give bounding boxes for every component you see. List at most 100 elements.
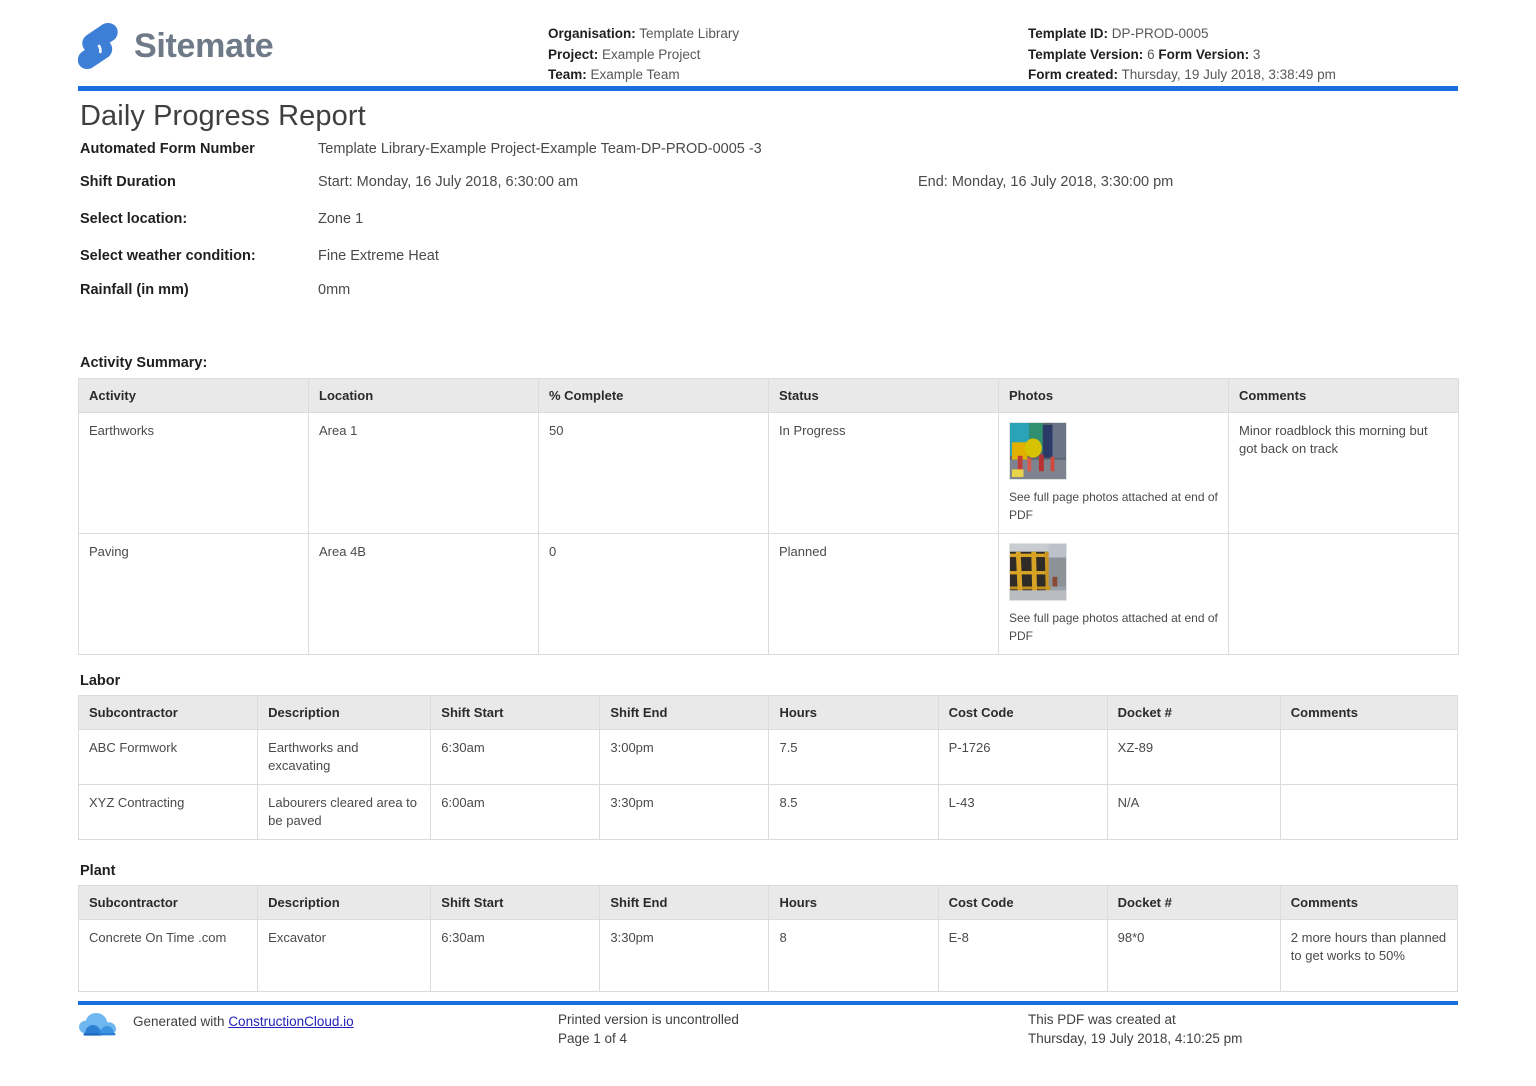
cell-subcontractor: ABC Formwork <box>77 729 259 785</box>
column-header-activity: Activity <box>78 378 309 413</box>
header-form-created: Form created: Thursday, 19 July 2018, 3:… <box>1028 65 1458 86</box>
cell-status: Planned <box>768 533 999 655</box>
field-rainfall: Rainfall (in mm) 0mm <box>80 281 1458 300</box>
header-organisation-value: Template Library <box>639 26 740 41</box>
plant-heading: Plant <box>80 863 116 879</box>
table-row: ABC Formwork Earthworks and excavating 6… <box>77 729 1459 785</box>
cell-shift-start: 6:00am <box>430 784 601 840</box>
cell-hours: 7.5 <box>768 729 939 785</box>
cell-photos: See full page photos attached at end of … <box>998 412 1229 534</box>
header-project-value: Example Project <box>602 46 701 62</box>
footer-created-label: This PDF was created at <box>1028 1012 1176 1027</box>
column-header-comments: Comments <box>1228 378 1459 413</box>
photo-thumbnail-wrapper: See full page photos attached at end of … <box>1009 422 1218 524</box>
activity-photo-thumbnail-paving[interactable] <box>1009 543 1067 601</box>
column-header-cost-code: Cost Code <box>937 885 1108 920</box>
cell-description: Excavator <box>257 919 432 992</box>
cell-subcontractor: Concrete On Time .com <box>77 919 259 992</box>
field-label: Rainfall (in mm) <box>80 282 189 298</box>
cell-docket: 98*0 <box>1106 919 1281 992</box>
page-header: Sitemate Organisation: Template Library … <box>78 12 1458 88</box>
column-header-docket: Docket # <box>1106 885 1281 920</box>
photo-caption: See full page photos attached at end of … <box>1009 490 1218 522</box>
cell-location: Area 1 <box>308 412 539 534</box>
field-automated-form-number: Automated Form Number Template Library-E… <box>80 140 1458 159</box>
cell-shift-end: 3:30pm <box>599 919 770 992</box>
header-team: Team: Example Team <box>548 65 1028 86</box>
cell-comments <box>1228 533 1459 655</box>
form-fields: Automated Form Number Template Library-E… <box>80 140 1458 300</box>
shift-start-value: Start: Monday, 16 July 2018, 6:30:00 am <box>318 174 579 190</box>
header-form-version-label: Form Version: <box>1158 46 1250 62</box>
labor-table: Subcontractor Description Shift Start Sh… <box>77 695 1459 840</box>
cell-docket: N/A <box>1106 784 1281 840</box>
footer-print-notice: Printed version is uncontrolled Page 1 o… <box>558 1010 1028 1048</box>
cell-cost-code: P-1726 <box>937 729 1108 785</box>
field-select-location: Select location: Zone 1 <box>80 210 1458 229</box>
header-team-value: Example Team <box>590 67 680 82</box>
activity-summary-table: Activity Location % Complete Status Phot… <box>78 378 1459 655</box>
column-header-photos: Photos <box>998 378 1229 413</box>
column-header-cost-code: Cost Code <box>937 695 1108 730</box>
field-shift-duration: Shift Duration Start: Monday, 16 July 20… <box>80 173 1458 192</box>
header-divider-rule <box>78 86 1458 91</box>
column-header-description: Description <box>257 885 432 920</box>
field-select-weather-condition: Select weather condition: Fine Extreme H… <box>80 247 1458 266</box>
header-project: Project: Example Project <box>548 45 1028 66</box>
header-template-id-value: DP-PROD-0005 <box>1111 26 1209 41</box>
column-header-comments: Comments <box>1279 695 1459 730</box>
cell-shift-start: 6:30am <box>430 729 601 785</box>
field-label: Select weather condition: <box>80 248 256 264</box>
table-row: XYZ Contracting Labourers cleared area t… <box>77 784 1459 840</box>
header-template-version-label: Template Version: <box>1028 46 1144 62</box>
cell-comments <box>1279 784 1459 840</box>
column-header-description: Description <box>257 695 432 730</box>
field-value: Zone 1 <box>318 211 364 227</box>
cell-subcontractor: XYZ Contracting <box>77 784 259 840</box>
cell-location: Area 4B <box>308 533 539 655</box>
footer-divider-rule <box>78 1001 1458 1005</box>
footer-generated-text: Generated with ConstructionCloud.io <box>133 1012 354 1031</box>
photo-caption: See full page photos attached at end of … <box>1009 611 1218 643</box>
column-header-subcontractor: Subcontractor <box>77 885 259 920</box>
cell-shift-end: 3:30pm <box>599 784 770 840</box>
document-page: Sitemate Organisation: Template Library … <box>0 0 1536 1086</box>
footer-created-at: This PDF was created at Thursday, 19 Jul… <box>1028 1010 1458 1048</box>
header-meta-left: Organisation: Template Library Project: … <box>548 12 1028 86</box>
header-template-id: Template ID: DP-PROD-0005 <box>1028 24 1458 45</box>
constructioncloud-link[interactable]: ConstructionCloud.io <box>228 1014 353 1029</box>
table-header-row: Activity Location % Complete Status Phot… <box>78 378 1459 413</box>
column-header-percent-complete: % Complete <box>538 378 769 413</box>
plant-table: Subcontractor Description Shift Start Sh… <box>77 885 1459 992</box>
cell-status: In Progress <box>768 412 999 534</box>
field-label: Automated Form Number <box>80 141 255 157</box>
cell-comments: 2 more hours than planned to get works t… <box>1279 919 1459 992</box>
activity-summary-heading: Activity Summary: <box>80 355 208 371</box>
column-header-shift-end: Shift End <box>599 885 770 920</box>
field-value: Fine Extreme Heat <box>318 248 439 264</box>
cell-photos: See full page photos attached at end of … <box>998 533 1229 655</box>
activity-photo-thumbnail-earthworks[interactable] <box>1009 422 1067 480</box>
table-header-row: Subcontractor Description Shift Start Sh… <box>77 695 1459 730</box>
header-form-created-value: Thursday, 19 July 2018, 3:38:49 pm <box>1121 67 1336 82</box>
construction-cloud-icon <box>79 1013 116 1036</box>
footer-created-timestamp: Thursday, 19 July 2018, 4:10:25 pm <box>1028 1031 1243 1046</box>
column-header-comments: Comments <box>1279 885 1459 920</box>
column-header-subcontractor: Subcontractor <box>77 695 259 730</box>
field-value-group: Start: Monday, 16 July 2018, 6:30:00 am … <box>318 173 1458 192</box>
cell-hours: 8 <box>768 919 939 992</box>
brand-logo: Sitemate <box>78 12 548 70</box>
sitemate-logo-mark-icon <box>78 22 118 70</box>
cell-activity: Paving <box>78 533 309 655</box>
shift-end-value: End: Monday, 16 July 2018, 3:30:00 pm <box>918 174 1174 190</box>
header-project-label: Project: <box>548 46 599 62</box>
photo-thumbnail-wrapper: See full page photos attached at end of … <box>1009 543 1218 645</box>
cell-percent-complete: 50 <box>538 412 769 534</box>
cell-shift-start: 6:30am <box>430 919 601 992</box>
column-header-status: Status <box>768 378 999 413</box>
field-label: Select location: <box>80 211 188 227</box>
cell-comments: Minor roadblock this morning but got bac… <box>1228 412 1459 534</box>
column-header-hours: Hours <box>768 695 939 730</box>
footer-generated-prefix: Generated with <box>133 1014 229 1029</box>
header-organisation-label: Organisation: <box>548 26 636 41</box>
